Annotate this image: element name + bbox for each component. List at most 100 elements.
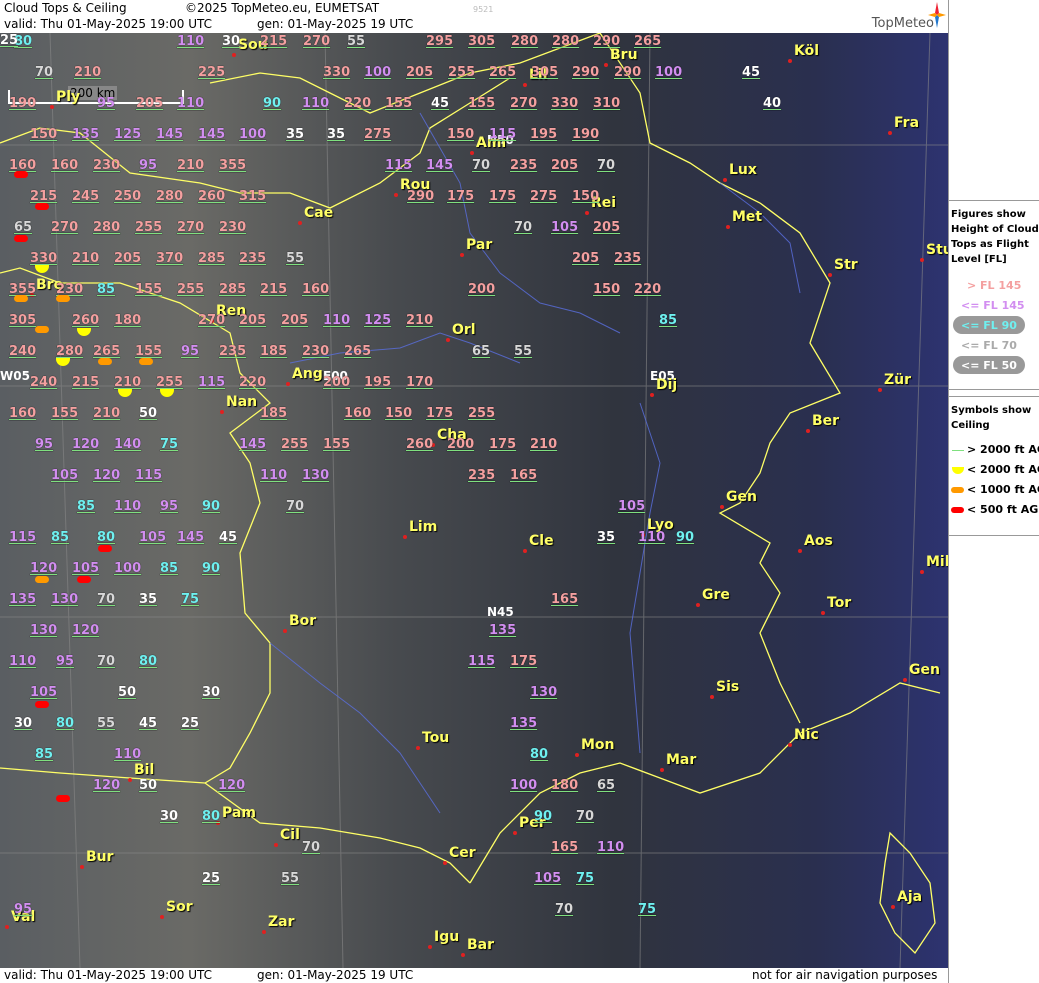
cloud-top-figure: 30 [222, 34, 241, 49]
cloud-top-figure: 370 [156, 251, 184, 266]
cloud-top-figure: 205 [239, 313, 267, 328]
cloud-top-figure: 305 [9, 313, 37, 328]
city-label: Igu [434, 929, 460, 945]
cloud-top-figure: 95 [139, 158, 158, 173]
city-marker [283, 629, 287, 633]
city-marker [128, 778, 132, 782]
cloud-top-figure: 145 [426, 158, 454, 173]
cloud-top-figure: 50 [139, 406, 158, 421]
cloud-top-figure: 110 [9, 654, 37, 669]
cloud-top-figure: 280 [56, 344, 84, 359]
cloud-top-figure: 205 [281, 313, 309, 328]
city-label: Pam [222, 805, 256, 821]
cloud-top-figure: 70 [472, 158, 491, 173]
cloud-top-figure: 290 [407, 189, 435, 204]
cloud-top-figure: 150 [30, 127, 58, 142]
cloud-top-figure: 40 [763, 96, 782, 111]
city-label: Ply [56, 89, 81, 105]
cloud-top-figure: 265 [344, 344, 372, 359]
cloud-top-figure: 85 [77, 499, 96, 514]
legend-ceiling: Symbols show Ceiling > 2000 ft AGL < 200… [949, 396, 1039, 536]
cloud-top-figure: 255 [156, 375, 184, 390]
city-marker [828, 273, 832, 277]
footer-bar: valid: Thu 01-May-2025 19:00 UTC gen: 01… [0, 968, 948, 983]
cloud-top-figure: 120 [93, 468, 121, 483]
cloud-top-figure: 115 [385, 158, 413, 173]
cloud-top-figure: 270 [51, 220, 79, 235]
cloud-top-figure: 260 [198, 189, 226, 204]
cloud-top-figure: 100 [655, 65, 683, 80]
map-overlay [0, 33, 948, 968]
legend-ceiling-item: > 2000 ft AGL [967, 443, 1039, 456]
city-label: Orl [452, 322, 476, 338]
cloud-top-figure: 80 [56, 716, 75, 731]
city-marker [403, 535, 407, 539]
city-marker [720, 505, 724, 509]
city-label: Mil [926, 554, 948, 570]
city-marker [788, 743, 792, 747]
cloud-top-figure: 205 [551, 158, 579, 173]
legend-ceiling-item: < 1000 ft AGL [967, 483, 1039, 496]
ceiling-symbol-orange [56, 295, 70, 302]
cloud-top-figure: 45 [139, 716, 158, 731]
satellite-map[interactable]: 200 km N50 E00 W05 E05 N45 Köl Bru Lil Sou P… [0, 33, 948, 968]
city-label: Gen [909, 662, 940, 678]
city-marker [891, 905, 895, 909]
cloud-top-figure: 330 [323, 65, 351, 80]
city-marker [920, 570, 924, 574]
city-marker [220, 410, 224, 414]
city-label: Zür [884, 372, 912, 388]
cloud-top-figure: 195 [364, 375, 392, 390]
cloud-top-figure: 70 [286, 499, 305, 514]
city-label: Köl [794, 43, 820, 59]
cloud-top-figure: 115 [198, 375, 226, 390]
cloud-top-figure: 55 [347, 34, 366, 49]
legend-ceiling-title: Symbols show Ceiling [951, 405, 1032, 431]
cloud-top-figure: 55 [97, 716, 116, 731]
cloud-top-figure: 120 [218, 778, 246, 793]
city-label: Gen [726, 489, 757, 505]
city-label: Aja [897, 889, 923, 905]
cloud-top-figure: 145 [239, 437, 267, 452]
cloud-top-figure: 55 [514, 344, 533, 359]
cloud-top-figure: 220 [634, 282, 662, 297]
cloud-top-figure: 110 [302, 96, 330, 111]
footer-disclaimer: not for air navigation purposes [752, 968, 938, 982]
cloud-top-figure: 185 [260, 344, 288, 359]
cloud-top-figure: 75 [638, 902, 657, 917]
cloud-top-figure: 285 [219, 282, 247, 297]
city-label: Bar [467, 937, 495, 953]
cloud-top-figure: 155 [323, 437, 351, 452]
cloud-top-figure: 75 [160, 437, 179, 452]
topmeteo-logo[interactable]: TopMeteo [838, 0, 948, 33]
cloud-top-figure: 65 [597, 778, 616, 793]
cloud-top-figure: 190 [572, 127, 600, 142]
city-marker [80, 865, 84, 869]
cloud-top-figure: 255 [135, 220, 163, 235]
cloud-top-figure: 330 [30, 251, 58, 266]
cloud-top-figure: 205 [572, 251, 600, 266]
legend-ceiling-item: < 500 ft AGL [967, 503, 1039, 516]
cloud-top-figure: 255 [448, 65, 476, 80]
cloud-top-figure: 225 [198, 65, 226, 80]
cloud-top-figure: 85 [35, 747, 54, 762]
cloud-top-figure: 110 [638, 530, 666, 545]
city-label: Cle [529, 533, 554, 549]
city-label: Bil [134, 762, 155, 778]
city-label: Lux [729, 162, 757, 178]
cloud-top-figure: 255 [177, 282, 205, 297]
cloud-top-figure: 160 [302, 282, 330, 297]
cloud-top-figure: 280 [156, 189, 184, 204]
city-marker [878, 388, 882, 392]
city-marker [232, 53, 236, 57]
city-label: Tor [827, 595, 852, 611]
city-marker [523, 549, 527, 553]
cloud-top-figure: 130 [30, 623, 58, 638]
cloud-top-figure: 260 [72, 313, 100, 328]
cloud-top-figure: 255 [281, 437, 309, 452]
city-marker [416, 746, 420, 750]
cloud-top-figure: 45 [742, 65, 761, 80]
ceiling-symbol-red [35, 203, 49, 210]
cloud-top-figure: 165 [551, 840, 579, 855]
cloud-top-figure: 120 [72, 437, 100, 452]
